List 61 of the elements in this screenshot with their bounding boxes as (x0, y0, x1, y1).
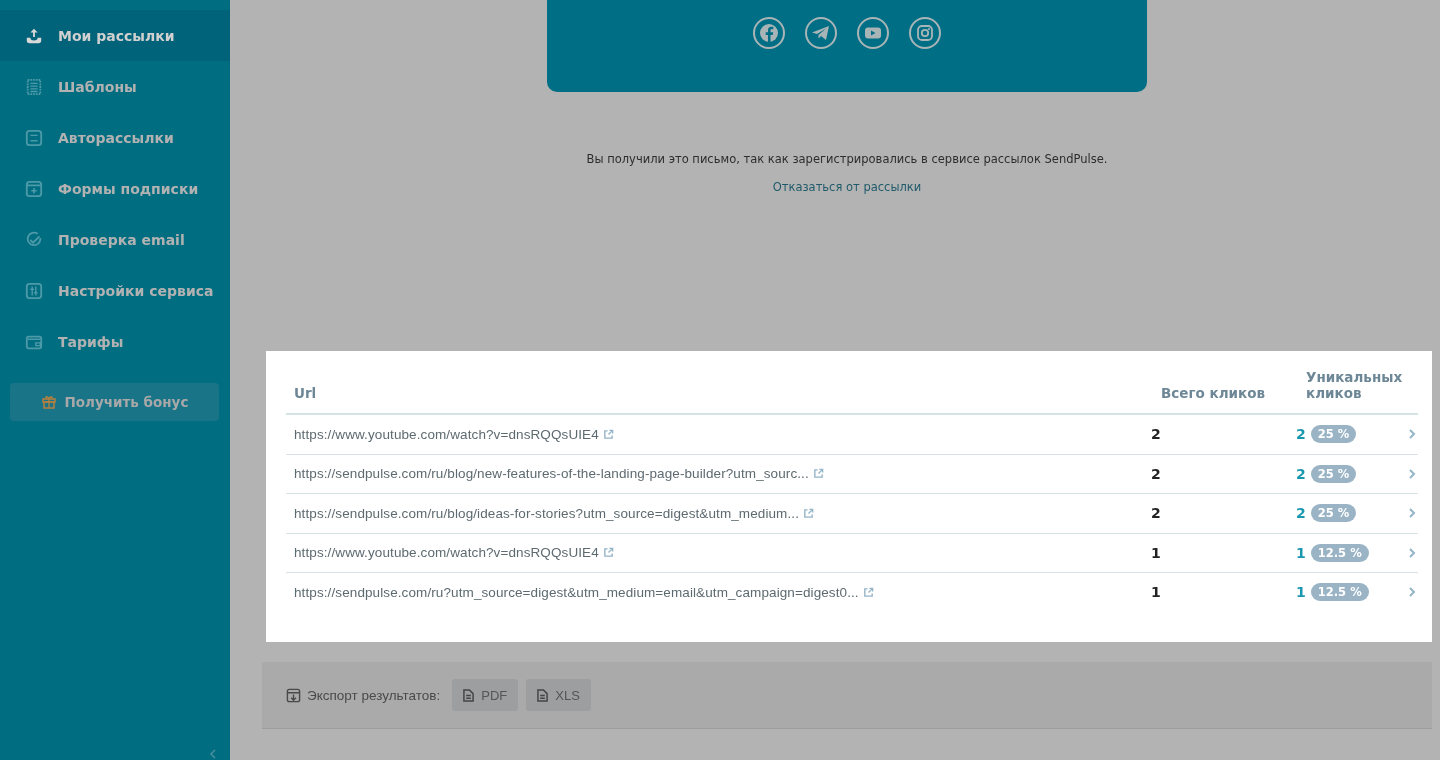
percent-badge: 12.5 % (1310, 543, 1369, 562)
gift-icon (40, 394, 57, 410)
workflow-icon (25, 128, 43, 147)
unique-clicks: 1 (1296, 544, 1306, 561)
sidebar-item[interactable]: Тарифы (0, 316, 230, 367)
total-clicks: 1 (1151, 584, 1162, 601)
bonus-button[interactable]: Получить бонус (10, 383, 219, 421)
export-button[interactable]: XLS (526, 679, 591, 711)
download-icon (286, 687, 301, 703)
total-clicks: 1 (1151, 544, 1162, 561)
telegram-icon[interactable] (805, 17, 837, 49)
external-link-icon[interactable] (812, 468, 824, 480)
sidebar-item[interactable]: Формы подписки (0, 163, 230, 214)
percent-badge: 25 % (1310, 464, 1357, 483)
export-button[interactable]: PDF (452, 679, 519, 711)
percent-badge: 12.5 % (1310, 583, 1369, 602)
sidebar-item[interactable]: Мои рассылки (0, 10, 230, 61)
chevron-right-icon[interactable] (1406, 508, 1418, 519)
external-link-icon[interactable] (862, 586, 874, 598)
url-link[interactable]: https://sendpulse.com/ru/blog/new-features-of-the-landing-page-builder?utm_sourc... (294, 466, 809, 482)
chevron-right-icon[interactable] (1406, 429, 1418, 440)
url-link[interactable]: https://www.youtube.com/watch?v=dnsRQQsUIE4 (294, 545, 599, 561)
external-link-icon[interactable] (803, 507, 814, 519)
sidebar-item[interactable]: Настройки сервиса (0, 265, 230, 316)
form-icon (25, 179, 43, 198)
upload-icon (25, 26, 43, 45)
document-icon (463, 688, 475, 702)
sliders-icon (25, 281, 43, 300)
column-header: Всего кликов (1161, 385, 1266, 401)
total-clicks: 2 (1151, 465, 1162, 482)
chevron-left-icon[interactable] (208, 748, 218, 760)
footer-text: Вы получили это письмо, так как зарегистрировались в сервисе рассылок SendPulse. (586, 152, 1108, 166)
chevron-right-icon[interactable] (1406, 587, 1418, 598)
total-clicks: 2 (1151, 426, 1162, 443)
unique-clicks: 2 (1296, 505, 1306, 522)
facebook-icon[interactable] (753, 17, 785, 49)
sidebar-item[interactable]: Шаблоны (0, 61, 230, 112)
percent-badge: 25 % (1310, 504, 1357, 523)
external-link-icon[interactable] (602, 428, 614, 440)
document-icon (25, 77, 43, 96)
column-header: Url (293, 385, 318, 401)
document-icon (537, 688, 549, 702)
chevron-right-icon[interactable] (1406, 468, 1418, 479)
unsubscribe-link[interactable]: Отказаться от рассылки (772, 180, 922, 194)
unique-clicks: 2 (1296, 426, 1306, 443)
percent-badge: 25 % (1310, 425, 1357, 444)
check-icon (25, 230, 43, 249)
url-link[interactable]: https://sendpulse.com/ru/blog/ideas-for-stories?utm_source=digest&utm_medium... (294, 505, 799, 521)
instagram-icon[interactable] (909, 17, 941, 49)
sidebar-item[interactable]: Авторассылки (0, 112, 230, 163)
url-link[interactable]: https://www.youtube.com/watch?v=dnsRQQsUIE4 (294, 426, 599, 442)
chevron-right-icon[interactable] (1406, 547, 1418, 558)
export-label: Экспорт результатов: (307, 687, 441, 703)
url-link[interactable]: https://sendpulse.com/ru?utm_source=digest&utm_medium=email&utm_campaign=digest0... (294, 584, 859, 600)
sidebar-item[interactable]: Проверка email (0, 214, 230, 265)
external-link-icon[interactable] (602, 547, 614, 559)
unique-clicks: 2 (1296, 465, 1306, 482)
youtube-icon[interactable] (857, 17, 889, 49)
column-header: Уникальных кликов (1306, 369, 1404, 401)
unique-clicks: 1 (1296, 584, 1306, 601)
total-clicks: 2 (1151, 505, 1162, 522)
